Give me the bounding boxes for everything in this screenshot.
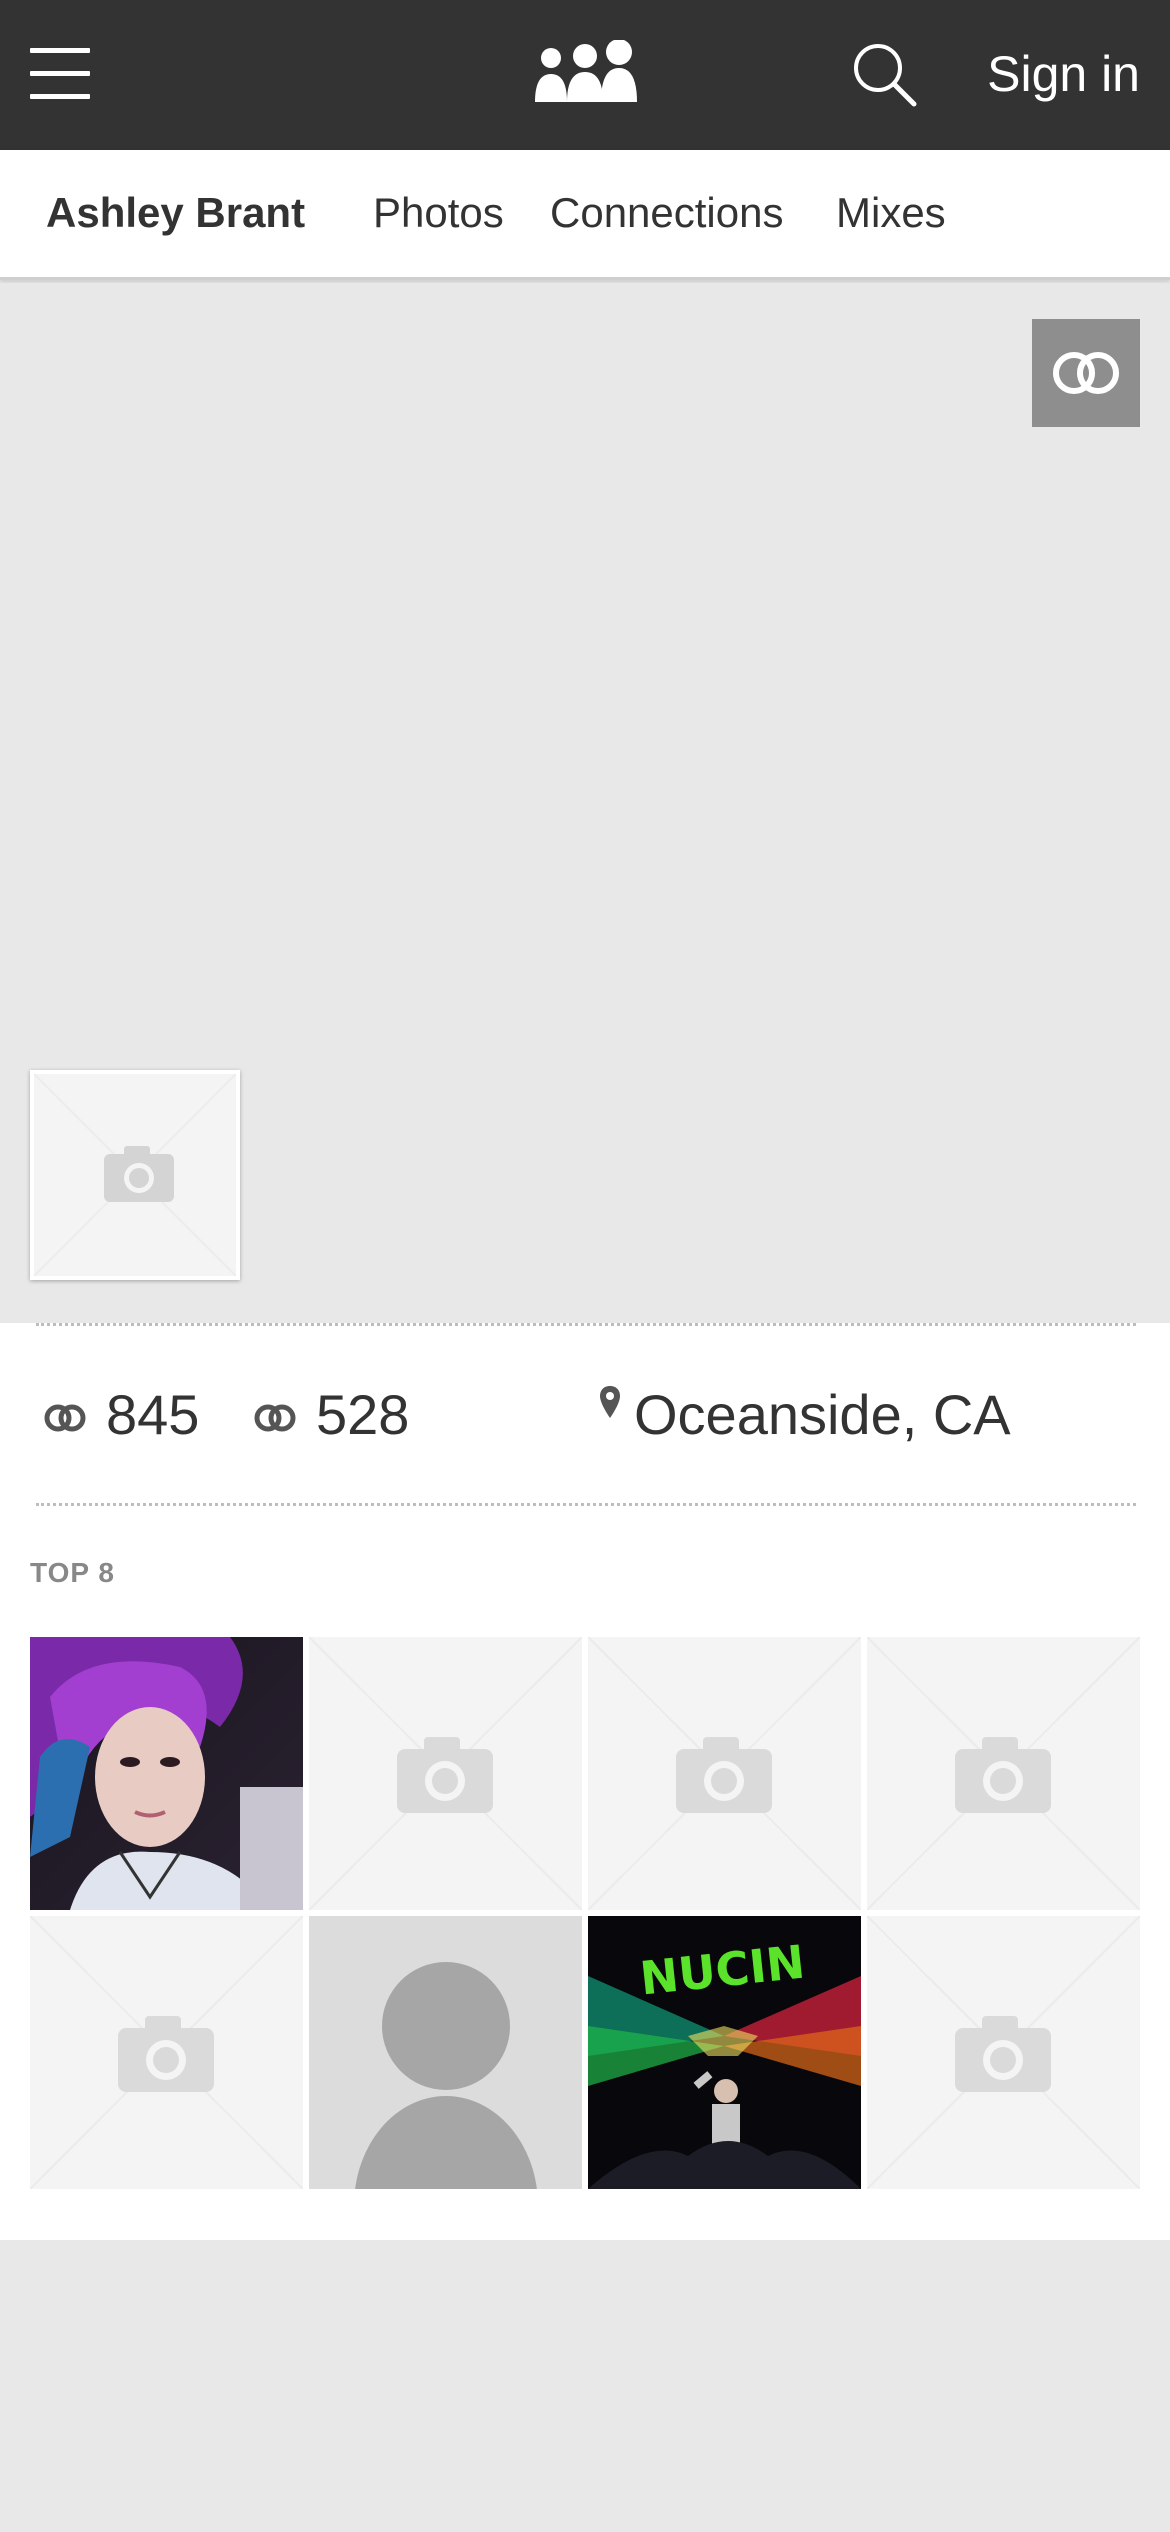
top8-grid: NUCIN — [30, 1637, 1140, 2189]
camera-placeholder-icon — [309, 1637, 582, 1910]
connect-button[interactable] — [1032, 319, 1140, 427]
divider — [36, 1323, 1136, 1326]
camera-placeholder-icon — [30, 1916, 303, 2189]
people-group-logo-icon[interactable] — [533, 39, 637, 106]
connections-count: 845 — [106, 1383, 200, 1446]
top8-friend-7[interactable]: NUCIN — [588, 1916, 861, 2189]
search-icon[interactable] — [850, 40, 920, 110]
page-footer-area — [0, 2240, 1170, 2532]
location-text: Oceanside, CA — [634, 1383, 1011, 1446]
avatar[interactable] — [30, 1070, 240, 1280]
connections-count-secondary: 528 — [316, 1383, 410, 1446]
profile-name[interactable]: Ashley Brant — [46, 188, 305, 238]
top8-friend-1[interactable] — [30, 1637, 303, 1910]
tab-connections[interactable]: Connections — [550, 188, 783, 238]
camera-placeholder-icon — [33, 1073, 237, 1277]
user-photo: NUCIN — [588, 1916, 861, 2189]
hamburger-menu-icon[interactable] — [30, 48, 90, 100]
top8-friend-3[interactable] — [588, 1637, 861, 1910]
rings-icon — [254, 1404, 296, 1432]
profile-nav: Ashley Brant Photos Connections Mixes — [0, 150, 1170, 280]
sign-in-link[interactable]: Sign in — [987, 44, 1140, 104]
connect-rings-icon — [1053, 352, 1119, 394]
location-pin-icon — [600, 1386, 620, 1418]
top8-friend-8[interactable] — [867, 1916, 1140, 2189]
tab-mixes[interactable]: Mixes — [836, 188, 946, 238]
top8-friend-2[interactable] — [309, 1637, 582, 1910]
profile-content: 845 528 Oceanside, CA TOP 8 NUCIN — [0, 1323, 1170, 2240]
camera-placeholder-icon — [867, 1916, 1140, 2189]
default-user-icon — [309, 1916, 582, 2189]
top8-friend-5[interactable] — [30, 1916, 303, 2189]
tab-photos[interactable]: Photos — [373, 188, 504, 238]
top-bar: Sign in — [0, 0, 1170, 150]
camera-placeholder-icon — [588, 1637, 861, 1910]
user-photo — [30, 1637, 303, 1910]
rings-icon — [44, 1404, 86, 1432]
cover-photo — [0, 283, 1170, 1323]
divider — [36, 1503, 1136, 1506]
top8-friend-6[interactable] — [309, 1916, 582, 2189]
top8-friend-4[interactable] — [867, 1637, 1140, 1910]
camera-placeholder-icon — [867, 1637, 1140, 1910]
connections-stat[interactable]: 845 — [42, 1378, 222, 1458]
top8-heading: TOP 8 — [30, 1557, 115, 1588]
connections-stat-secondary[interactable]: 528 — [252, 1378, 432, 1458]
